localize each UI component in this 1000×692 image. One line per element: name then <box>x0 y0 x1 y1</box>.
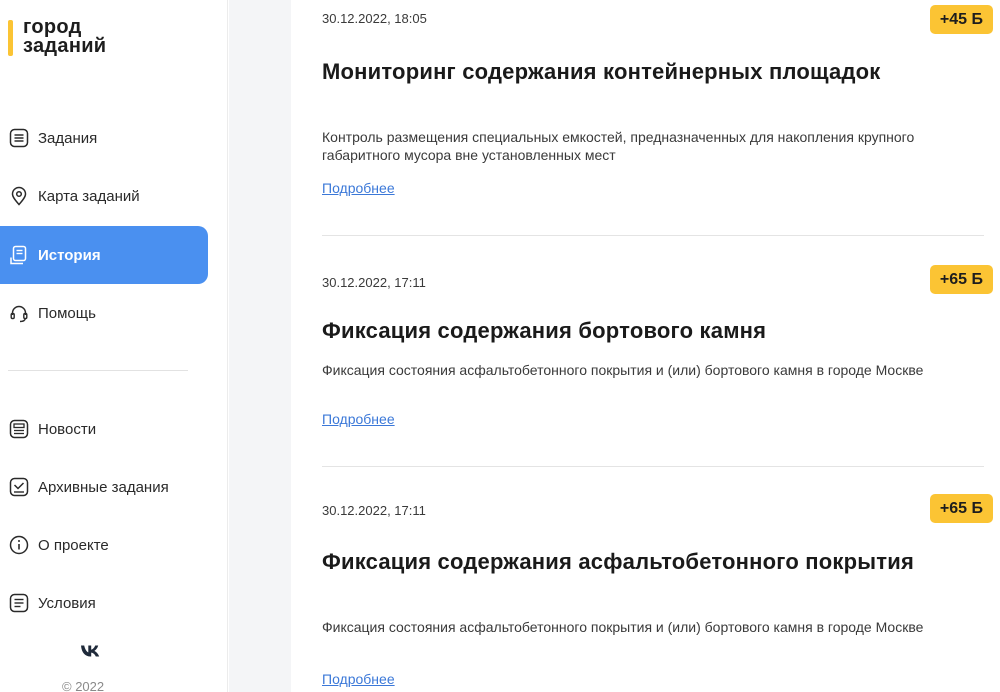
info-icon <box>8 534 30 556</box>
task-date: 30.12.2022, 17:11 <box>322 275 426 290</box>
sidebar-item-task-map[interactable]: Карта заданий <box>0 167 208 225</box>
news-icon <box>8 418 30 440</box>
sidebar-item-news[interactable]: Новости <box>0 400 208 458</box>
sidebar-item-label: Условия <box>38 594 96 612</box>
task-title: Мониторинг содержания контейнерных площа… <box>322 59 881 84</box>
sidebar-item-label: Архивные задания <box>38 478 169 496</box>
logo-bar <box>8 20 13 56</box>
sidebar: город заданий Задания Карта заданий Исто… <box>0 0 228 692</box>
sidebar-item-about[interactable]: О проекте <box>0 516 208 574</box>
vk-icon[interactable] <box>80 644 102 658</box>
sidebar-item-terms[interactable]: Условия <box>0 574 208 632</box>
document-icon <box>8 592 30 614</box>
task-details-link[interactable]: Подробнее <box>322 411 395 427</box>
task-description: Фиксация состояния асфальтобетонного пок… <box>322 362 924 378</box>
sidebar-item-label: Задания <box>38 129 98 147</box>
task-details-link[interactable]: Подробнее <box>322 180 395 196</box>
points-badge: +65 Б <box>929 494 993 523</box>
task-date: 30.12.2022, 17:11 <box>322 503 426 518</box>
sidebar-item-archive[interactable]: Архивные задания <box>0 458 208 516</box>
sidebar-item-label: Новости <box>38 420 97 438</box>
card-divider <box>322 235 984 236</box>
sidebar-item-label: История <box>38 246 101 264</box>
task-date: 30.12.2022, 18:05 <box>322 11 427 26</box>
archive-check-icon <box>8 476 30 498</box>
sidebar-item-label: Карта заданий <box>38 187 140 205</box>
points-badge: +65 Б <box>929 265 993 294</box>
location-pin-icon <box>8 185 30 207</box>
list-icon <box>8 127 30 149</box>
card-divider <box>322 466 984 467</box>
logo[interactable]: город заданий <box>8 17 107 57</box>
sidebar-item-tasks[interactable]: Задания <box>0 109 208 167</box>
task-description: Контроль размещения специальных емкостей… <box>322 129 915 163</box>
points-badge: +45 Б <box>929 5 993 34</box>
sidebar-item-history[interactable]: История <box>0 226 208 284</box>
sidebar-item-label: Помощь <box>38 304 96 322</box>
sidebar-divider <box>8 370 188 371</box>
logo-text: город заданий <box>23 17 107 57</box>
sidebar-item-label: О проекте <box>38 536 109 554</box>
history-feed: 30.12.2022, 18:05 +45 Б Мониторинг содер… <box>291 0 1000 692</box>
logo-line-2: заданий <box>23 35 107 57</box>
task-title: Фиксация содержания бортового камня <box>322 318 767 343</box>
task-title: Фиксация содержания асфальтобетонного по… <box>322 549 914 574</box>
sidebar-item-help[interactable]: Помощь <box>0 284 208 342</box>
history-icon <box>8 244 30 266</box>
task-description: Фиксация состояния асфальтобетонного пок… <box>322 619 924 635</box>
left-gutter <box>229 0 291 692</box>
task-details-link[interactable]: Подробнее <box>322 671 395 687</box>
headset-icon <box>8 302 30 324</box>
copyright-text: © 2022 <box>62 679 105 692</box>
